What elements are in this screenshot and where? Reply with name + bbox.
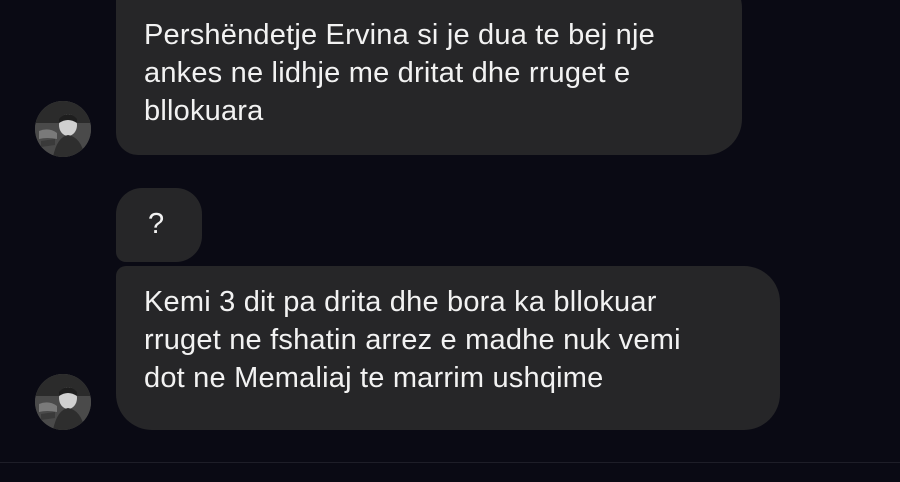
message-text: Kemi 3 dit pa drita dhe bora ka bllokuar…: [144, 286, 681, 394]
user-photo-icon: [35, 101, 91, 157]
message-bubble[interactable]: Pershëndetje Ervina si je dua te bej nje…: [116, 0, 742, 155]
message-bubble[interactable]: Kemi 3 dit pa drita dhe bora ka bllokuar…: [116, 266, 780, 430]
message-text: ?: [148, 208, 165, 240]
message-bubble[interactable]: ?: [116, 188, 202, 262]
divider: [0, 462, 900, 463]
avatar[interactable]: [35, 374, 91, 430]
chat-thread: Pershëndetje Ervina si je dua te bej nje…: [0, 0, 900, 482]
user-photo-icon: [35, 374, 91, 430]
avatar[interactable]: [35, 101, 91, 157]
message-text: Pershëndetje Ervina si je dua te bej nje…: [144, 19, 655, 127]
